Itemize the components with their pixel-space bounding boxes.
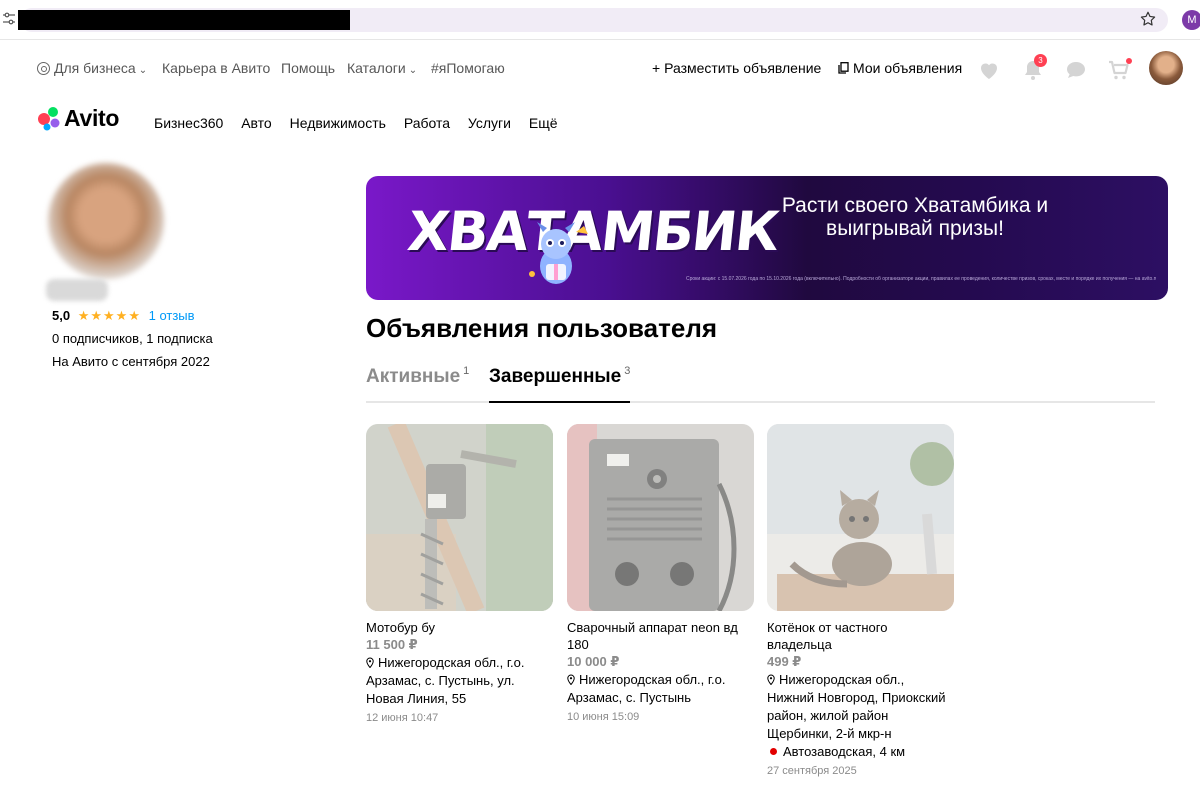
promo-banner[interactable]: ХВАТАМБИК Расти своего Хватамбика и выиг…: [366, 176, 1168, 300]
listing-title[interactable]: Сварочный аппарат neon вд 180: [567, 619, 754, 653]
subscriptions-info[interactable]: 0 подписчиков, 1 подписка: [52, 331, 213, 346]
chevron-down-icon: ⌄: [138, 65, 148, 76]
tab-active-listings[interactable]: Активные 1: [366, 365, 469, 403]
banner-headline: Расти своего Хватамбика и выигрывай приз…: [781, 194, 1049, 240]
rating-row: 5,0 ★★★★★ 1 отзыв: [52, 308, 195, 324]
metro-line-icon: [770, 748, 777, 755]
ihelp-link[interactable]: #яПомогаю: [431, 60, 505, 76]
tune-icon[interactable]: [3, 12, 15, 26]
listing-photo-auger[interactable]: [366, 424, 553, 611]
browser-profile-badge[interactable]: M: [1182, 10, 1200, 30]
listing-location: Нижегородская обл., г.о. Арзамас, с. Пус…: [366, 654, 553, 708]
user-avatar[interactable]: [1149, 51, 1183, 85]
dragon-mascot-icon: [529, 222, 588, 284]
rating-stars-icon: ★★★★★: [77, 308, 141, 323]
location-pin-icon: [767, 674, 775, 685]
nav-business360[interactable]: Бизнес360: [154, 115, 223, 131]
tab-active-listings-label: Активные: [366, 366, 461, 387]
kitten-photo: [767, 424, 954, 611]
rating-score: 5,0: [52, 308, 71, 323]
listing-location-text: Нижегородская обл., г.о. Арзамас, с. Пус…: [567, 672, 726, 705]
location-pin-icon: [366, 657, 374, 668]
listing-date: 10 июня 15:09: [567, 711, 640, 723]
banner-fine-print: Сроки акции: с 15.07.2026 года по 15.10.…: [686, 276, 1156, 282]
reviews-link[interactable]: 1 отзыв: [149, 308, 195, 323]
member-since: На Авито с сентября 2022: [52, 354, 210, 369]
listing-location: Нижегородская обл., Нижний Новгород, При…: [767, 671, 954, 743]
top-navigation: Для бизнеса ⌄ Карьера в Авито Помощь Ката…: [0, 48, 1200, 88]
page-title: Объявления пользователя: [366, 313, 717, 343]
metro-station: Автозаводская, 4 км: [767, 743, 954, 761]
nav-services[interactable]: Услуги: [468, 115, 511, 131]
listing-location: Нижегородская обл., г.о. Арзамас, с. Пус…: [567, 671, 754, 707]
catalogs-label: Каталоги: [347, 60, 406, 76]
notifications-badge: 3: [1034, 54, 1047, 67]
listing-date: 27 сентября 2025: [767, 765, 857, 777]
listing-location-text: Нижегородская обл., Нижний Новгород, При…: [767, 672, 946, 741]
nav-realty[interactable]: Недвижимость: [290, 115, 386, 131]
listing-price: 499 ₽: [767, 654, 802, 669]
business-label: Для бизнеса: [54, 60, 136, 76]
listing-card[interactable]: Сварочный аппарат neon вд 180 10 000 ₽ Н…: [567, 424, 754, 725]
tab-active-listings-count: 1: [463, 365, 470, 377]
logo-text: Avito: [64, 105, 120, 131]
chat-icon[interactable]: [1064, 58, 1088, 82]
listing-tabs: Активные 1 Завершенные 3: [366, 365, 1155, 403]
listing-title[interactable]: Мотобур бу: [366, 619, 553, 636]
tab-completed-listings-count: 3: [624, 365, 631, 377]
listing-photo-welder[interactable]: [567, 424, 754, 611]
cart-indicator: [1126, 58, 1132, 64]
business-menu[interactable]: Для бизнеса ⌄: [37, 60, 147, 76]
tab-completed-listings[interactable]: Завершенные 3: [489, 365, 631, 403]
career-link[interactable]: Карьера в Авито: [162, 60, 270, 76]
listing-card[interactable]: Котёнок от частного владельца 499 ₽ Ниже…: [767, 424, 954, 779]
help-link[interactable]: Помощь: [281, 60, 335, 76]
nav-jobs[interactable]: Работа: [404, 115, 450, 131]
listing-price: 11 500 ₽: [366, 637, 418, 652]
avito-logo-icon: [38, 107, 60, 131]
redacted-url: [18, 10, 350, 30]
nav-more[interactable]: Ещё: [529, 115, 558, 131]
tab-completed-listings-label: Завершенные: [489, 366, 622, 387]
browser-toolbar: M: [0, 0, 1200, 40]
listing-location-text: Нижегородская обл., г.о. Арзамас, с. Пус…: [366, 655, 525, 706]
heart-icon[interactable]: [977, 58, 1001, 82]
profile-photo: [48, 163, 164, 279]
catalogs-menu[interactable]: Каталоги ⌄: [347, 60, 417, 76]
listing-card[interactable]: Мотобур бу 11 500 ₽ Нижегородская обл., …: [366, 424, 553, 726]
my-ads-button[interactable]: Мои объявления: [838, 60, 962, 76]
location-pin-icon: [567, 674, 575, 685]
listing-date: 12 июня 10:47: [366, 712, 439, 724]
auger-photo: [366, 424, 553, 611]
welder-photo: [567, 424, 754, 611]
star-icon[interactable]: [1139, 10, 1157, 28]
post-ad-button[interactable]: + Разместить объявление: [652, 60, 821, 76]
copy-icon: [838, 62, 849, 74]
my-ads-label: Мои объявления: [853, 60, 963, 76]
nav-auto[interactable]: Авто: [241, 115, 272, 131]
main-navigation: Бизнес360 Авто Недвижимость Работа Услуг…: [154, 115, 572, 131]
listing-photo-kitten[interactable]: [767, 424, 954, 611]
chevron-down-icon: ⌄: [408, 65, 418, 76]
listing-price: 10 000 ₽: [567, 654, 620, 669]
profile-name-redacted: [46, 279, 108, 301]
metro-station-text: Автозаводская, 4 км: [783, 744, 906, 759]
listing-title[interactable]: Котёнок от частного владельца: [767, 619, 954, 653]
business-icon: [37, 62, 50, 75]
